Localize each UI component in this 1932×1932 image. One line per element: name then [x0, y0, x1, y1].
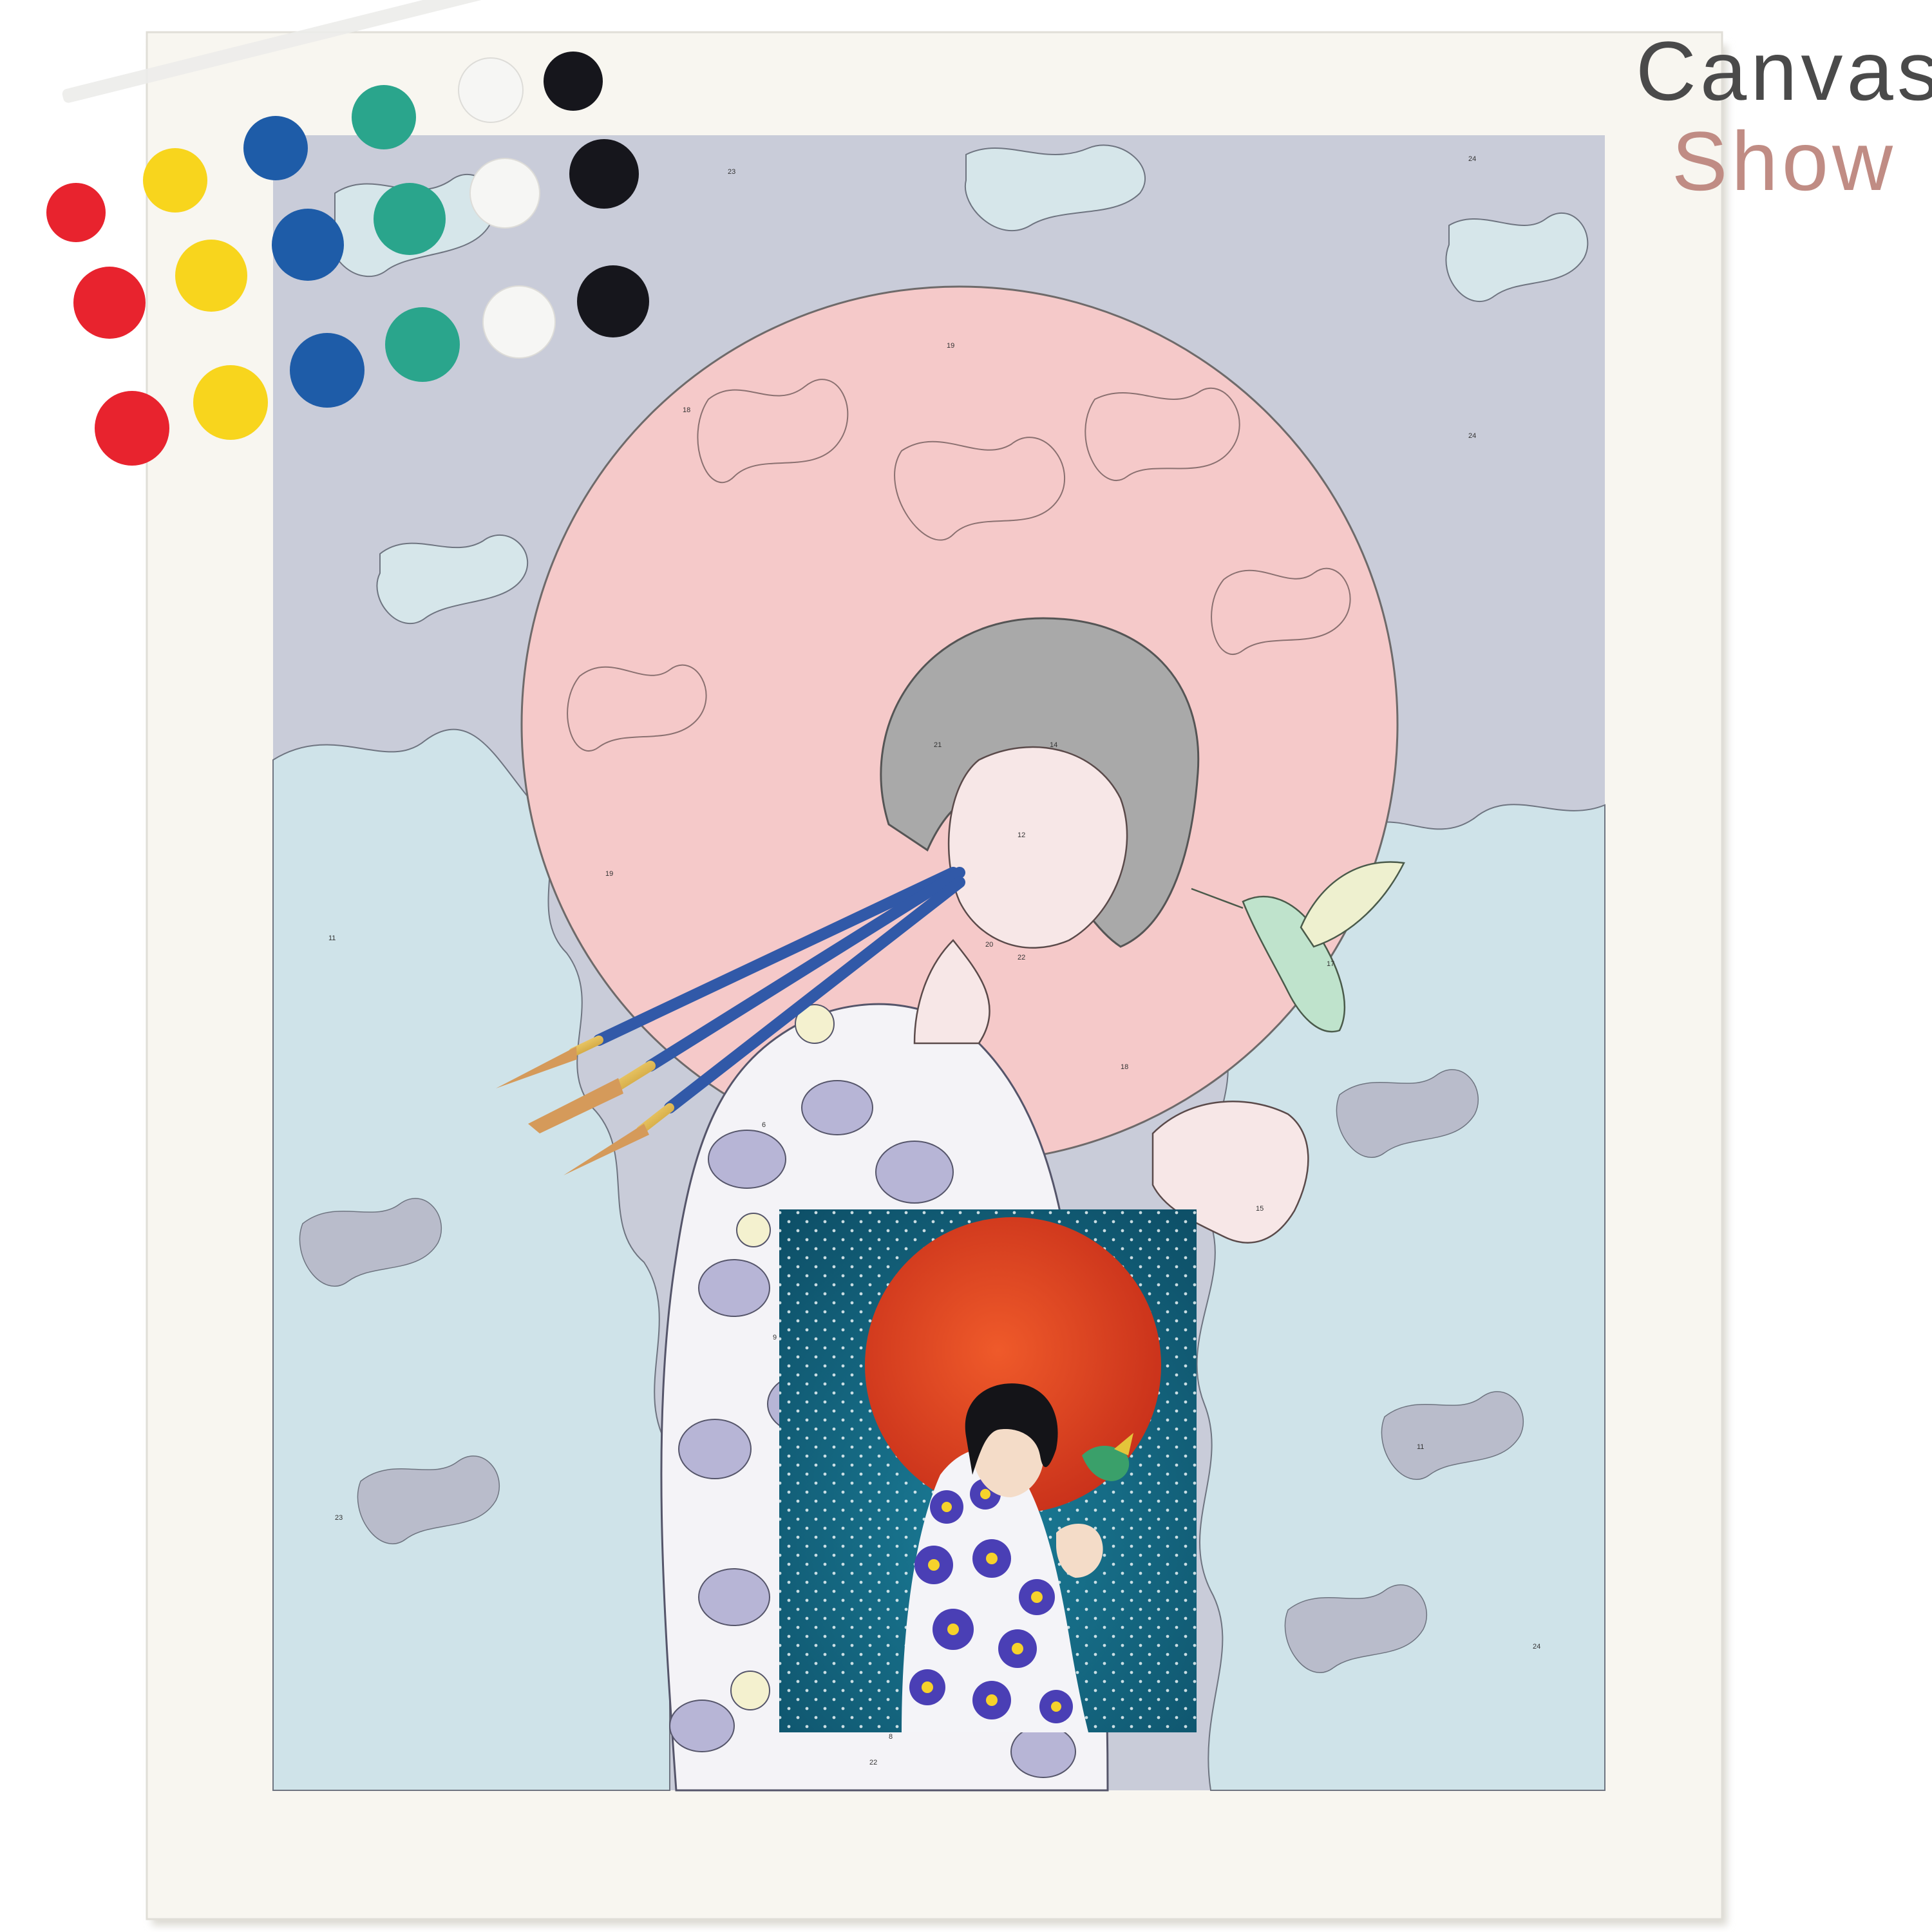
template-number: 14: [1050, 741, 1057, 749]
brand-logo: Canvas Show: [1636, 26, 1932, 206]
template-number: 9: [773, 1334, 777, 1341]
paint-pot-red: [73, 267, 146, 339]
template-number: 20: [985, 941, 993, 949]
paint-pot-blue: [272, 209, 344, 281]
paint-pot-red: [46, 183, 106, 242]
template-number: 8: [889, 1733, 893, 1741]
paint-pot-teal: [352, 85, 416, 149]
template-number: 19: [605, 870, 613, 878]
product-image-stage: 23 24 24 18 19 19 21 14 12 22 9 11 15 20…: [0, 0, 1932, 1932]
template-number: 6: [762, 1121, 766, 1129]
paint-pot-teal: [385, 307, 460, 382]
template-number: 11: [328, 934, 336, 942]
template-number: 24: [1468, 155, 1476, 163]
template-number: 18: [683, 406, 690, 414]
template-number: 17: [1327, 960, 1334, 968]
template-number: 11: [1417, 1443, 1424, 1451]
paint-pot-black: [544, 52, 603, 111]
template-number: 24: [1533, 1643, 1540, 1651]
paint-pot-blue: [290, 333, 365, 408]
brand-word-canvas: Canvas: [1636, 24, 1932, 118]
template-number: 12: [1018, 831, 1025, 839]
paint-pot-black: [569, 139, 639, 209]
paint-pot-yellow: [143, 148, 207, 213]
template-number: 15: [1256, 1205, 1264, 1213]
paint-pot-teal: [374, 183, 446, 255]
template-number: 21: [934, 741, 942, 749]
template-number: 24: [1468, 432, 1476, 440]
template-number: 22: [869, 1759, 877, 1766]
paint-pot-blue: [243, 116, 308, 180]
paint-pot-white: [469, 158, 540, 229]
reference-artwork-preview: [779, 1209, 1197, 1732]
template-number: 23: [335, 1514, 343, 1522]
template-number: 19: [947, 342, 954, 350]
template-number: 18: [1121, 1063, 1128, 1071]
template-number: 22: [1018, 954, 1025, 961]
paint-pot-yellow: [175, 240, 247, 312]
paint-pot-black: [577, 265, 649, 337]
brand-word-show: Show: [1671, 114, 1897, 208]
paint-pot-white: [482, 285, 556, 359]
template-number: 23: [728, 168, 735, 176]
paint-pot-red: [95, 391, 169, 466]
paint-pot-yellow: [193, 365, 268, 440]
paint-pot-white: [458, 57, 524, 123]
paint-by-numbers-scene: 23 24 24 18 19 19 21 14 12 22 9 11 15 20…: [46, 0, 1727, 1926]
